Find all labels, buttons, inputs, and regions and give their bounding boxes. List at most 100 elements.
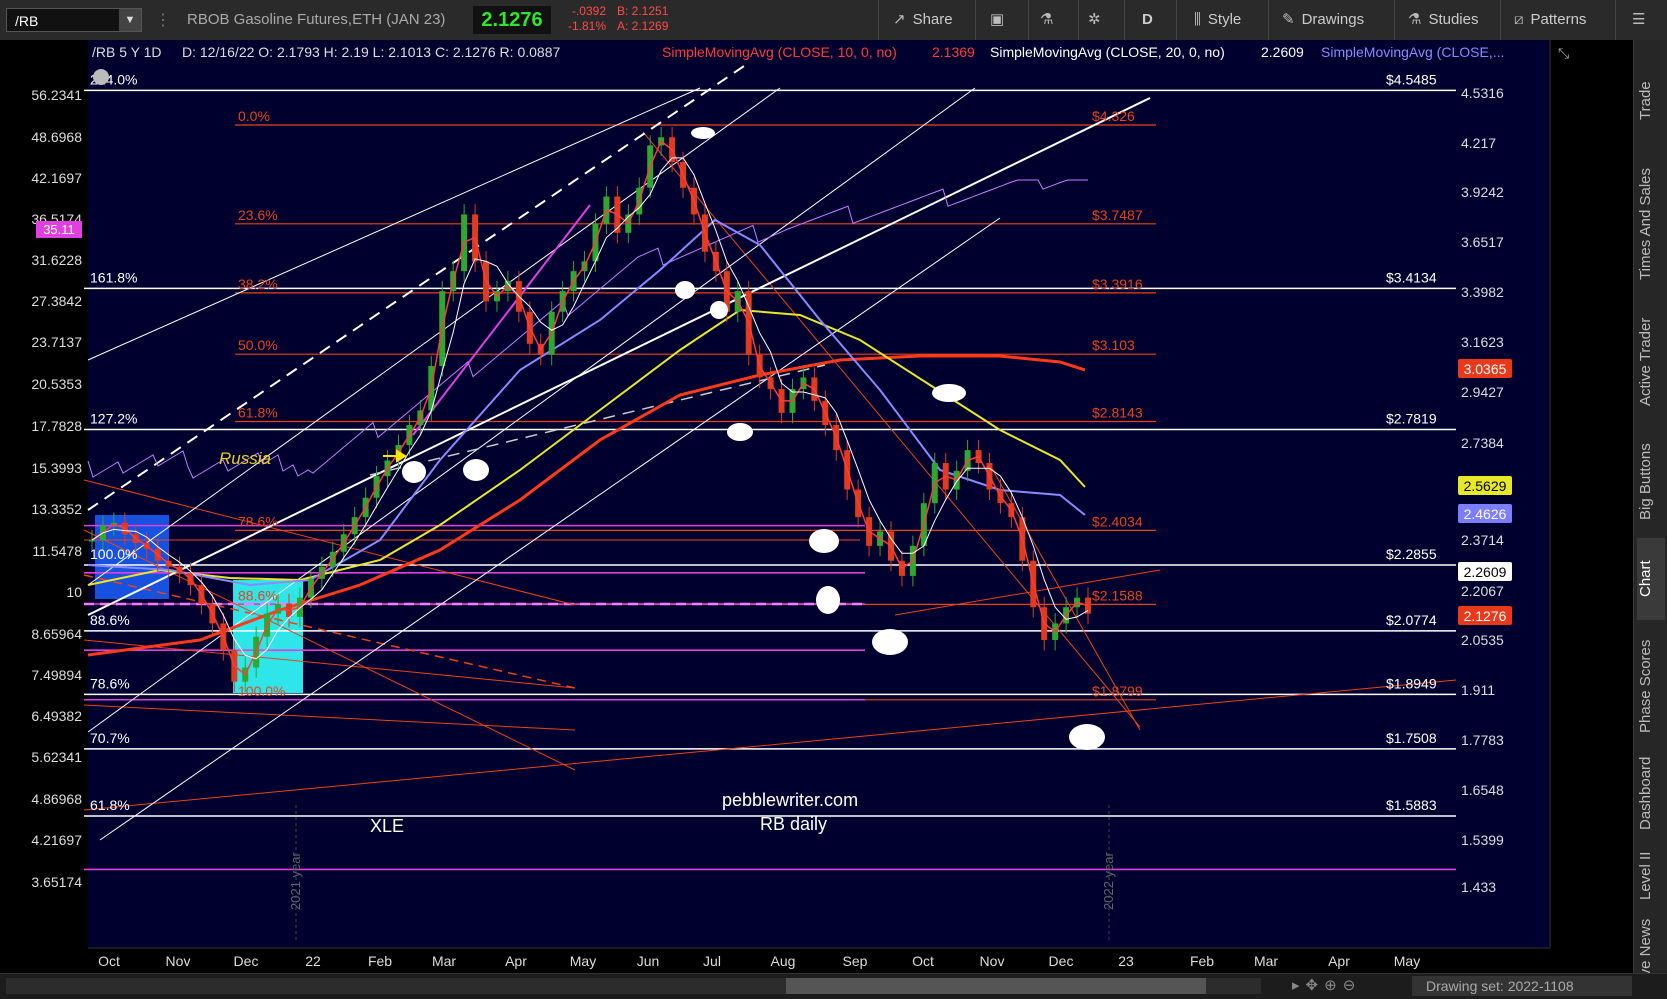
scroll-right-icon[interactable]: ▸ <box>1292 977 1306 994</box>
fib-price-label: $2.8143 <box>1092 405 1143 421</box>
left-axis-tick: 13.3352 <box>31 501 82 517</box>
left-axis-tick: 7.49894 <box>31 667 82 683</box>
collapse-icon[interactable]: ⤡ <box>1558 45 1569 61</box>
rail-tab-trade[interactable]: Trade <box>1637 60 1665 142</box>
rail-tab-phase-scores[interactable]: Phase Scores <box>1637 630 1665 742</box>
x-axis-tick: Feb <box>368 953 392 969</box>
left-axis-tick: 6.49382 <box>31 708 82 724</box>
lab-button[interactable]: ⚗ <box>1040 8 1060 32</box>
oval-marker <box>872 629 908 655</box>
flask-icon: ⚗ <box>1040 11 1054 28</box>
patterns-button[interactable]: ⧄ Patterns <box>1514 8 1586 32</box>
sma10-label: SimpleMovingAvg (CLOSE, 10, 0, no) <box>662 44 897 60</box>
left-axis-tick: 3.65174 <box>31 874 82 890</box>
x-axis-tick: Aug <box>771 953 796 969</box>
left-axis-tick: 8.65964 <box>31 626 82 642</box>
sma-more-label: SimpleMovingAvg (CLOSE,... <box>1321 44 1504 60</box>
style-label: Style <box>1207 11 1242 28</box>
fib-price-label: $2.1588 <box>1092 587 1143 603</box>
chart-scrollbar[interactable] <box>6 978 1261 994</box>
change-percent: -1.81% <box>567 19 606 33</box>
right-axis-tick: 3.1623 <box>1461 334 1504 350</box>
zoom-out-icon[interactable]: ⊖ <box>1343 977 1362 994</box>
rail-tab-dashboard[interactable]: Dashboard <box>1637 748 1665 838</box>
x-axis-tick: Dec <box>234 953 259 969</box>
rail-tab-chart[interactable]: Chart <box>1637 538 1665 620</box>
left-axis-tick: 11.5478 <box>32 543 82 559</box>
period-button[interactable]: D <box>1142 8 1153 32</box>
annotation-text: XLE <box>370 816 404 836</box>
chart-panel[interactable]: 0.0% $4.326 23.6% $3.7487 38.2% $3.3916 50.0% $… <box>0 40 1633 973</box>
pencil-icon: ✎ <box>1282 11 1295 28</box>
oval-marker <box>710 301 728 319</box>
level-pct-label: 61.8% <box>90 797 130 813</box>
drawing-set-selector[interactable]: Drawing set: 2022-1108 <box>1412 976 1632 996</box>
rail-tab-active-trader[interactable]: Active Trader <box>1637 302 1665 422</box>
right-axis-tick: 2.2067 <box>1461 583 1504 599</box>
info-icon[interactable] <box>93 69 109 85</box>
rail-tab-level-ii[interactable]: Level II <box>1637 846 1665 906</box>
right-axis-tick: 1.433 <box>1461 879 1496 895</box>
x-axis-tick: 23 <box>1118 953 1134 969</box>
bid-value: B: 2.1251 <box>617 4 669 18</box>
ask-value: A: 2.1269 <box>617 19 669 33</box>
candles-icon: ⫼ <box>1194 11 1201 28</box>
drawings-label: Drawings <box>1301 11 1365 28</box>
scrollbar-thumb[interactable] <box>786 978 1206 994</box>
oval-marker <box>809 529 839 553</box>
left-axis-tick: 48.6968 <box>31 129 82 145</box>
level-price-label: $4.5485 <box>1386 71 1437 87</box>
fib-label: 0.0% <box>238 108 270 124</box>
level-price-label: $2.2855 <box>1386 546 1437 562</box>
style-button[interactable]: ⫼ Style <box>1194 8 1241 32</box>
fib-price-label: $3.7487 <box>1092 207 1143 223</box>
fib-label: 61.8% <box>238 405 278 421</box>
camera-icon: ▣ <box>990 11 1005 28</box>
symbol-input[interactable]: /RB ▼ <box>6 8 142 32</box>
x-axis-tick: Apr <box>505 953 527 969</box>
oval-marker <box>402 461 426 483</box>
sma10-value: 2.1369 <box>932 44 975 60</box>
drag-handle-icon[interactable]: ⋮ <box>155 10 171 30</box>
menu-button[interactable]: ☰ <box>1632 8 1652 32</box>
studies-button[interactable]: ⚗ Studies <box>1408 8 1479 32</box>
left-axis-tick: 27.3842 <box>31 293 82 309</box>
drawings-button[interactable]: ✎ Drawings <box>1282 8 1364 32</box>
fib-price-label: $3.103 <box>1092 337 1135 353</box>
left-axis-tick: 4.21697 <box>31 832 82 848</box>
top-toolbar: /RB ▼ ⋮ RBOB Gasoline Futures,ETH (JAN 2… <box>0 0 1667 41</box>
zoom-in-icon[interactable]: ⊕ <box>1324 977 1343 994</box>
right-axis-tick: 1.5399 <box>1461 832 1504 848</box>
chevron-down-icon[interactable]: ▼ <box>119 9 141 31</box>
price-badge-label: 2.1276 <box>1464 608 1507 624</box>
pan-icon[interactable]: ✥ <box>1306 977 1325 994</box>
fib-price-label: $1.8799 <box>1092 683 1143 699</box>
share-label: Share <box>912 11 953 28</box>
oval-marker <box>463 459 489 481</box>
change-value: -.0392 <box>571 4 606 18</box>
fib-label: 78.6% <box>238 513 278 529</box>
rail-tab-big-buttons[interactable]: Big Buttons <box>1637 430 1665 534</box>
level-pct-label: 161.8% <box>90 269 137 285</box>
settings-button[interactable]: ✲ <box>1088 8 1108 32</box>
right-axis-tick: 3.9242 <box>1461 184 1504 200</box>
x-axis-tick: Mar <box>432 953 456 969</box>
price-chart[interactable]: 0.0% $4.326 23.6% $3.7487 38.2% $3.3916 50.0% $… <box>0 40 1633 973</box>
oval-marker <box>727 423 753 441</box>
share-button[interactable]: ↗ Share <box>893 8 953 32</box>
zoom-controls[interactable]: ▸✥⊕⊖ <box>1292 976 1361 994</box>
fib-price-label: $3.3916 <box>1092 276 1143 292</box>
fib-price-label: $2.4034 <box>1092 513 1143 529</box>
x-axis-tick: Jul <box>703 953 721 969</box>
right-axis-tick: 2.0535 <box>1461 632 1504 648</box>
patterns-label: Patterns <box>1530 11 1587 28</box>
screenshot-button[interactable]: ▣ <box>990 8 1011 32</box>
level-price-label: $3.4134 <box>1386 269 1437 285</box>
x-axis-tick: Apr <box>1328 953 1350 969</box>
rail-tab-times-and-sales[interactable]: Times And Sales <box>1637 155 1665 293</box>
patterns-icon: ⧄ <box>1514 11 1524 28</box>
right-axis-tick: 2.9427 <box>1461 384 1504 400</box>
level-pct-label: 127.2% <box>90 411 137 427</box>
annotation-text: RB daily <box>760 814 827 834</box>
right-axis-tick: 4.5316 <box>1461 85 1504 101</box>
